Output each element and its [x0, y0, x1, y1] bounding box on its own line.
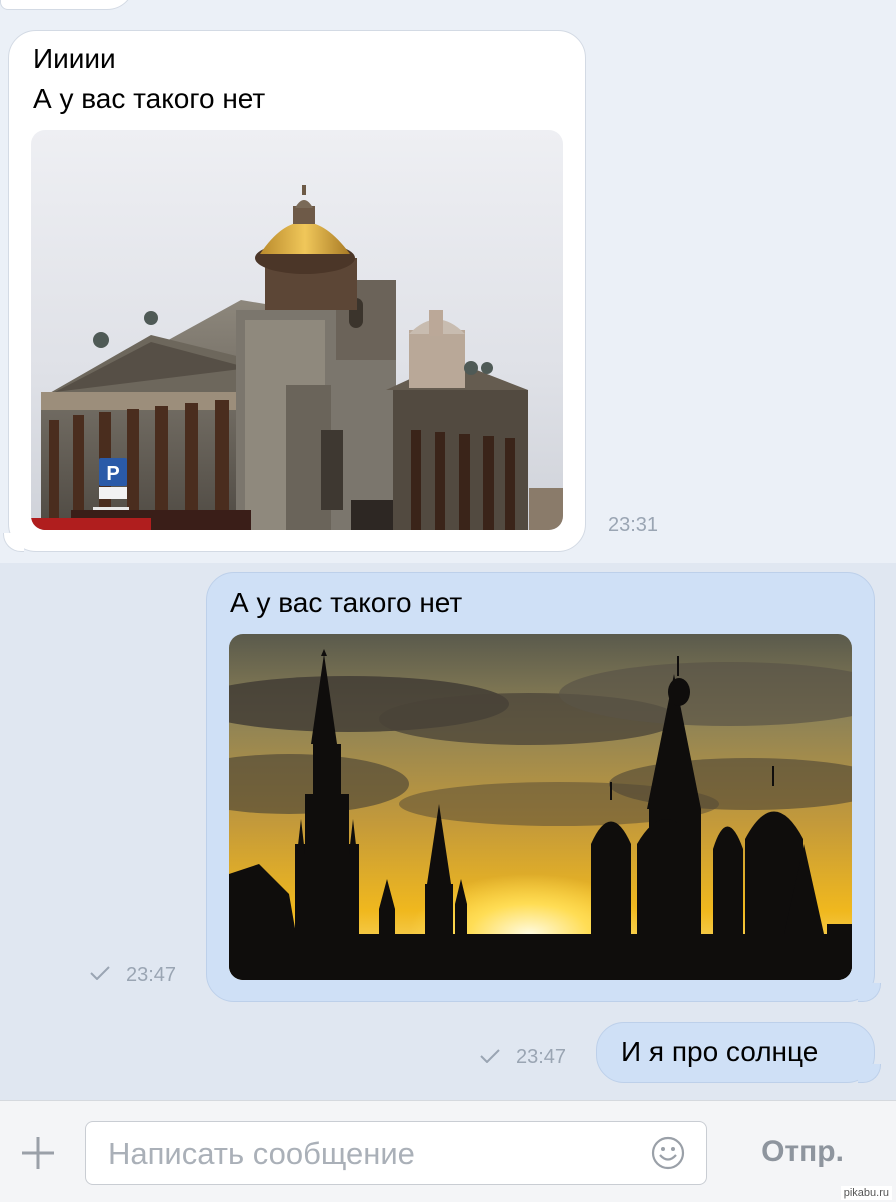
message-input[interactable] [106, 1122, 640, 1186]
message-text: Иииии А у вас такого нет [33, 39, 265, 119]
message-input-box[interactable] [85, 1121, 707, 1186]
plus-icon[interactable] [18, 1133, 58, 1173]
message-text-line: Иииии [33, 43, 116, 74]
message-list[interactable]: Иииии А у вас такого нет P 23:31 А у вас… [0, 0, 896, 1100]
svg-text:P: P [106, 463, 119, 485]
check-icon [480, 1049, 500, 1063]
watermark: pikabu.ru [840, 1186, 892, 1200]
smile-icon[interactable] [651, 1136, 685, 1170]
st-isaacs-cathedral-photo[interactable]: P [31, 130, 563, 530]
previous-message-bubble [0, 0, 135, 10]
message-time: 23:47 [126, 964, 177, 986]
message-time: 23:47 [516, 1046, 567, 1068]
message-composer: Отпр. [0, 1100, 896, 1202]
outgoing-message-bubble[interactable]: А у вас такого нет [206, 572, 881, 1002]
moscow-kremlin-sunset-photo[interactable] [229, 634, 852, 980]
send-button[interactable]: Отпр. [740, 1131, 865, 1173]
outgoing-message-bubble[interactable]: И я про солнце [596, 1022, 881, 1083]
message-text-line: А у вас такого нет [33, 83, 266, 114]
message-text: И я про солнце [621, 1036, 819, 1067]
check-icon [90, 966, 110, 980]
incoming-message-bubble[interactable]: Иииии А у вас такого нет P [3, 30, 586, 552]
message-text: А у вас такого нет [230, 587, 463, 618]
message-time: 23:31 [608, 514, 659, 536]
